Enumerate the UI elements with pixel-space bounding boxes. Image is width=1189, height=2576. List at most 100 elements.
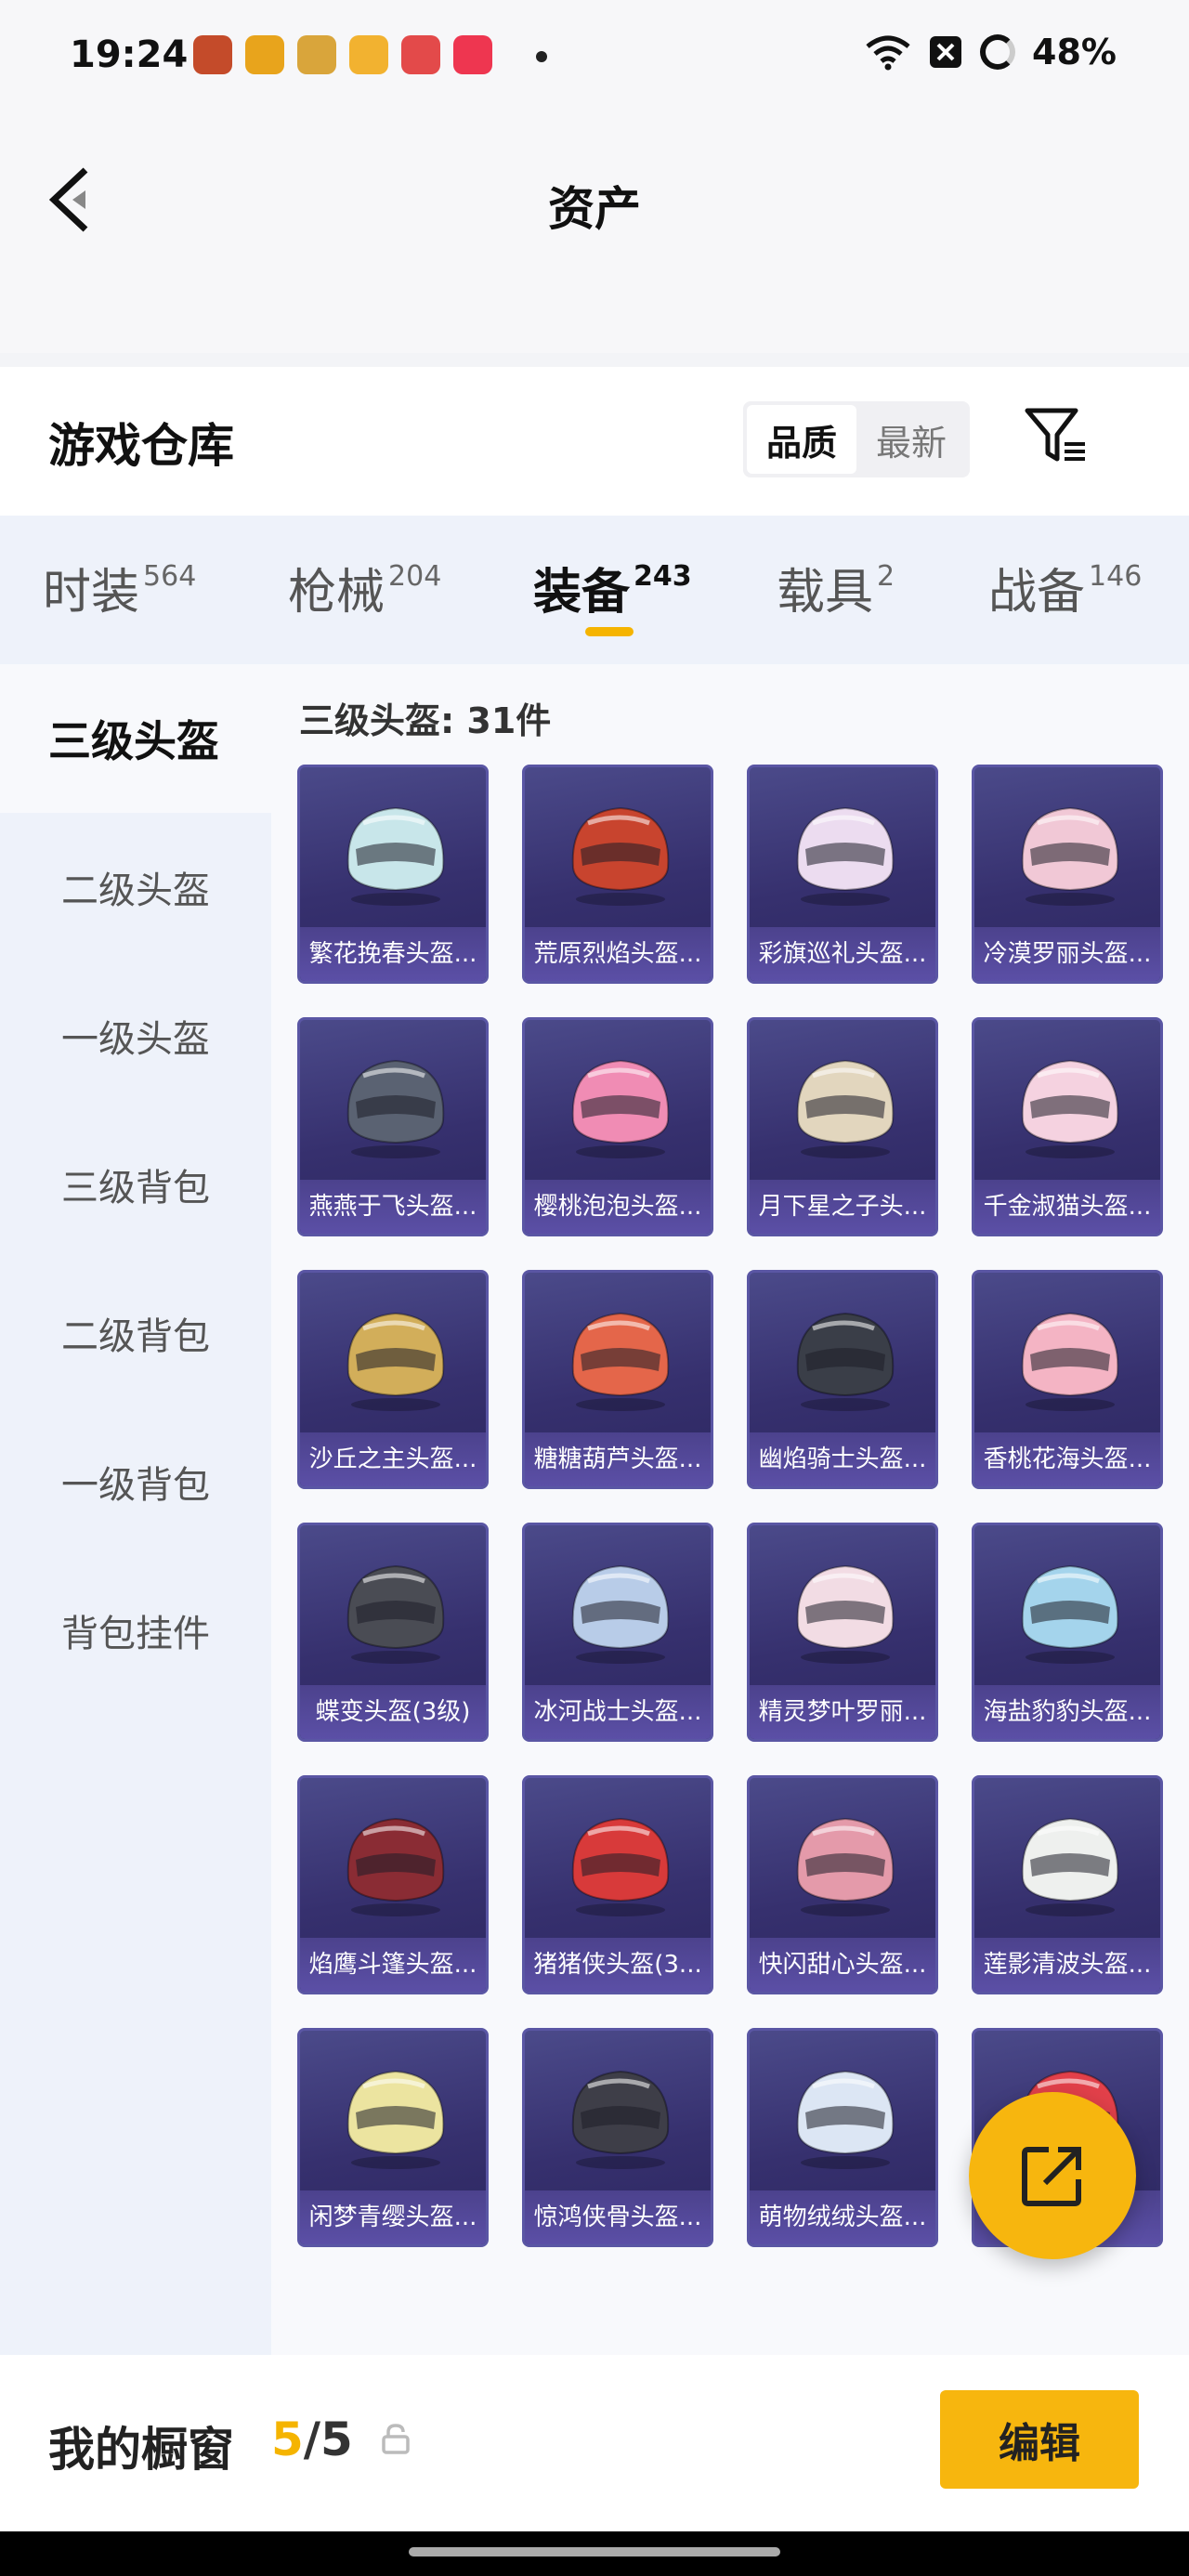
helmet-card[interactable]: 精灵梦叶罗丽... <box>747 1523 938 1742</box>
helmet-card-label: 闲梦青缨头盔... <box>300 2190 486 2244</box>
showcase-total: /5 <box>303 2413 353 2466</box>
helmet-card-label: 繁花挽春头盔... <box>300 927 486 981</box>
helmet-card[interactable]: 香桃花海头盔... <box>972 1270 1163 1489</box>
status-right: 48% <box>865 32 1117 72</box>
helmet-card[interactable]: 莲影清波头盔... <box>972 1775 1163 1994</box>
tab-count: 204 <box>388 560 442 593</box>
notification-icons <box>193 35 492 74</box>
helmet-icon <box>1021 1312 1119 1411</box>
helmet-card-label: 海盐豹豹头盔... <box>974 1685 1160 1739</box>
tab-count: 2 <box>877 560 895 593</box>
status-time: 19:24 <box>70 33 189 76</box>
status-bar: 19:24 48% <box>0 0 1189 111</box>
helmet-card-label: 千金淑猫头盔... <box>974 1180 1160 1234</box>
helmet-card[interactable]: 冰河战士头盔... <box>522 1523 713 1742</box>
helmet-card-label: 樱桃泡泡头盔... <box>525 1180 711 1234</box>
app-root: 19:24 48% 资产 游戏仓库 品质 最新 时装 564 枪械 204 装备… <box>0 0 1189 2576</box>
helmet-card[interactable]: 月下星之子头... <box>747 1017 938 1236</box>
share-button[interactable] <box>969 2092 1136 2259</box>
helmet-card[interactable]: 糖糖葫芦头盔... <box>522 1270 713 1489</box>
showcase-label: 我的橱窗 <box>48 2423 234 2477</box>
helmet-card-label: 精灵梦叶罗丽... <box>750 1685 935 1739</box>
helmet-icon <box>796 1059 895 1158</box>
helmet-card[interactable]: 冷漠罗丽头盔... <box>972 765 1163 984</box>
video-app-icon <box>401 35 440 74</box>
no-sim-icon <box>930 36 962 68</box>
sidebar-item-level3-backpack[interactable]: 三级背包 <box>0 1110 271 1259</box>
sort-quality-button[interactable]: 品质 <box>747 405 856 474</box>
helmet-card-label: 冰河战士头盔... <box>525 1685 711 1739</box>
sidebar-item-level2-backpack[interactable]: 二级背包 <box>0 1259 271 1407</box>
showcase-current: 5 <box>271 2413 304 2466</box>
tab-supplies[interactable]: 战备 146 <box>988 553 1142 622</box>
helmet-card[interactable]: 惊鸿侠骨头盔... <box>522 2028 713 2247</box>
tab-count: 243 <box>634 560 692 593</box>
helmet-card-label: 冷漠罗丽头盔... <box>974 927 1160 981</box>
helmet-card[interactable]: 燕燕于飞头盔... <box>297 1017 489 1236</box>
grid-heading: 三级头盔: 31件 <box>299 700 552 741</box>
wifi-icon <box>866 35 910 71</box>
helmet-card[interactable]: 猪猪侠头盔(3... <box>522 1775 713 1994</box>
helmet-card[interactable]: 荒原烈焰头盔... <box>522 765 713 984</box>
coin-app-icon <box>245 35 284 74</box>
helmet-card[interactable]: 幽焰骑士头盔... <box>747 1270 938 1489</box>
music-app-icon <box>453 35 492 74</box>
helmet-card[interactable]: 闲梦青缨头盔... <box>297 2028 489 2247</box>
section-title: 游戏仓库 <box>48 419 234 473</box>
helmet-icon <box>571 1312 670 1411</box>
tab-equipment[interactable]: 装备 243 <box>533 553 692 622</box>
helmet-card-label: 萌物绒绒头盔... <box>750 2190 935 2244</box>
helmet-card-label: 糖糖葫芦头盔... <box>525 1432 711 1486</box>
tab-label: 枪械 <box>288 565 385 621</box>
game-app-icon <box>193 35 232 74</box>
helmet-card[interactable]: 沙丘之主头盔... <box>297 1270 489 1489</box>
tab-vehicles[interactable]: 载具 2 <box>777 553 895 622</box>
helmet-card[interactable]: 千金淑猫头盔... <box>972 1017 1163 1236</box>
helmet-card[interactable]: 樱桃泡泡头盔... <box>522 1017 713 1236</box>
home-indicator[interactable] <box>409 2547 780 2556</box>
helmet-icon <box>571 1817 670 1916</box>
helmet-icon <box>796 1312 895 1411</box>
helmet-icon <box>571 1564 670 1664</box>
tab-count: 564 <box>143 560 197 593</box>
helmet-card[interactable]: 彩旗巡礼头盔... <box>747 765 938 984</box>
sidebar-item-level1-backpack[interactable]: 一级背包 <box>0 1407 271 1556</box>
game-center-app-icon <box>297 35 336 74</box>
helmet-icon <box>571 2070 670 2169</box>
helmet-icon <box>346 1312 445 1411</box>
helmet-icon <box>346 1817 445 1916</box>
edit-button[interactable]: 编辑 <box>940 2390 1139 2489</box>
tab-label: 战备 <box>988 565 1086 621</box>
helmet-card-label: 焰鹰斗篷头盔... <box>300 1938 486 1992</box>
helmet-icon <box>571 1059 670 1158</box>
sort-latest-button[interactable]: 最新 <box>856 405 966 474</box>
helmet-card[interactable]: 蝶变头盔(3级) <box>297 1523 489 1742</box>
helmet-card[interactable]: 繁花挽春头盔... <box>297 765 489 984</box>
helmet-card[interactable]: 海盐豹豹头盔... <box>972 1523 1163 1742</box>
sidebar-item-level2-helmet[interactable]: 二级头盔 <box>0 813 271 961</box>
battery-percent: 48% <box>1032 32 1117 72</box>
sidebar-item-backpack-charm[interactable]: 背包挂件 <box>0 1556 271 1705</box>
sidebar-item-level3-helmet[interactable]: 三级头盔 <box>0 664 271 813</box>
helmet-card-label: 惊鸿侠骨头盔... <box>525 2190 711 2244</box>
sidebar: 三级头盔 二级头盔 一级头盔 三级背包 二级背包 一级背包 背包挂件 <box>0 664 271 2355</box>
helmet-card[interactable]: 快闪甜心头盔... <box>747 1775 938 1994</box>
helmet-card-label: 燕燕于飞头盔... <box>300 1180 486 1234</box>
helmet-card-label: 沙丘之主头盔... <box>300 1432 486 1486</box>
helmet-icon <box>571 806 670 906</box>
filter-icon[interactable] <box>1022 401 1089 468</box>
tab-weapons[interactable]: 枪械 204 <box>288 553 441 622</box>
helmet-icon <box>346 2070 445 2169</box>
helmet-card[interactable]: 萌物绒绒头盔... <box>747 2028 938 2247</box>
helmet-icon <box>1021 1564 1119 1664</box>
sidebar-item-level1-helmet[interactable]: 一级头盔 <box>0 961 271 1110</box>
share-icon <box>1022 2147 1081 2206</box>
helmet-card[interactable]: 焰鹰斗篷头盔... <box>297 1775 489 1994</box>
helmet-card-label: 月下星之子头... <box>750 1180 935 1234</box>
tab-fashion[interactable]: 时装 564 <box>43 553 196 622</box>
helmet-card-label: 快闪甜心头盔... <box>750 1938 935 1992</box>
page-title: 资产 <box>548 182 641 236</box>
tab-label: 载具 <box>777 565 874 621</box>
helmet-icon <box>346 1564 445 1664</box>
helmet-icon <box>1021 1817 1119 1916</box>
